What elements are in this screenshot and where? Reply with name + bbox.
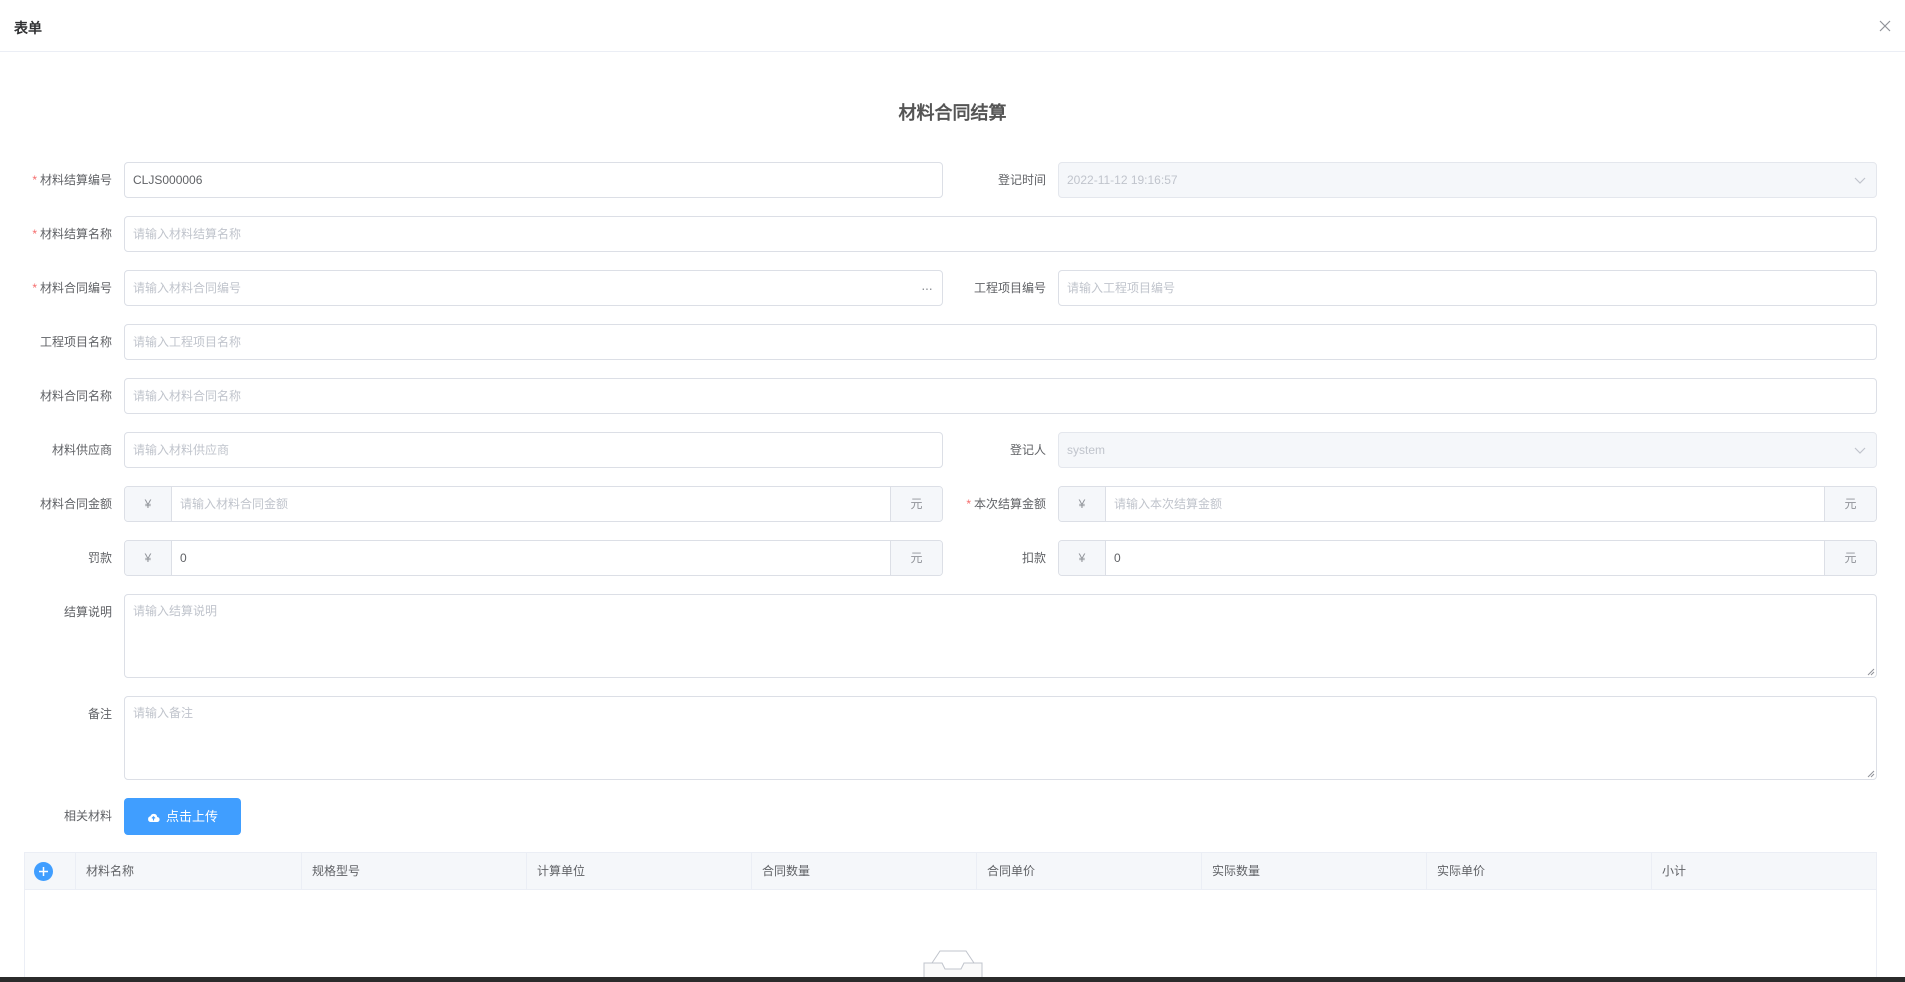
contract-name-input[interactable]: 请输入材料合同名称: [124, 378, 1877, 414]
table-header: 材料名称 规格型号 计算单位 合同数量 合同单价 实际数量 实际单价 小计: [25, 853, 1876, 890]
current-amount-label: * 本次结算金额: [966, 497, 1046, 511]
deduction-label: 扣款: [1021, 551, 1046, 565]
settlement-name-label: * 材料结算名称: [32, 227, 112, 241]
bottom-bar: [0, 977, 1905, 982]
column-header: 计算单位: [526, 853, 751, 890]
column-header: 实际数量: [1201, 853, 1426, 890]
registrar-label: 登记人: [1009, 443, 1046, 457]
add-row-icon[interactable]: [34, 862, 53, 881]
contract-name-label: 材料合同名称: [39, 389, 112, 403]
contract-amount-input[interactable]: ¥ 请输入材料合同金额 元: [124, 486, 943, 522]
chevron-down-icon: [1854, 447, 1866, 454]
register-time-label: 登记时间: [997, 173, 1046, 187]
column-header: 合同单价: [976, 853, 1201, 890]
upload-button[interactable]: 点击上传: [124, 798, 241, 835]
unit-suffix: 元: [1824, 541, 1876, 575]
supplier-input[interactable]: 请输入材料供应商: [124, 432, 943, 468]
currency-prefix: ¥: [125, 541, 172, 575]
supplier-label: 材料供应商: [51, 443, 112, 457]
settlement-name-input[interactable]: 请输入材料结算名称: [124, 216, 1877, 252]
project-name-label: 工程项目名称: [39, 335, 112, 349]
unit-suffix: 元: [890, 487, 942, 521]
currency-prefix: ¥: [1059, 487, 1106, 521]
settlement-no-label: * 材料结算编号: [32, 173, 112, 187]
form-title: 材料合同结算: [898, 103, 1007, 123]
penalty-input[interactable]: ¥ 0 元: [124, 540, 943, 576]
project-name-input[interactable]: 请输入工程项目名称: [124, 324, 1877, 360]
chevron-down-icon: [1854, 177, 1866, 184]
column-header: 规格型号: [301, 853, 526, 890]
currency-prefix: ¥: [125, 487, 172, 521]
project-no-label: 工程项目编号: [973, 281, 1046, 295]
dialog-title: 表单: [14, 20, 42, 36]
column-header: 材料名称: [75, 853, 301, 890]
column-header: 小计: [1651, 853, 1878, 890]
current-amount-input[interactable]: ¥ 请输入本次结算金额 元: [1058, 486, 1877, 522]
contract-no-label: * 材料合同编号: [32, 281, 112, 295]
project-no-input[interactable]: 请输入工程项目编号: [1058, 270, 1877, 306]
contract-amount-label: 材料合同金额: [39, 497, 112, 511]
materials-label: 相关材料: [63, 809, 112, 823]
settlement-no-input[interactable]: CLJS000006: [124, 162, 943, 198]
penalty-label: 罚款: [87, 551, 112, 565]
column-header: 合同数量: [751, 853, 976, 890]
dialog-header: 表单: [0, 0, 1905, 52]
description-label: 结算说明: [63, 605, 112, 619]
remark-label: 备注: [87, 707, 112, 721]
registrar-select[interactable]: system: [1058, 432, 1877, 468]
deduction-input[interactable]: ¥ 0 元: [1058, 540, 1877, 576]
register-time-picker[interactable]: 2022-11-12 19:16:57: [1058, 162, 1877, 198]
resize-handle-icon[interactable]: [1867, 668, 1875, 676]
unit-suffix: 元: [1824, 487, 1876, 521]
currency-prefix: ¥: [1059, 541, 1106, 575]
resize-handle-icon[interactable]: [1867, 770, 1875, 778]
contract-no-input[interactable]: 请输入材料合同编号 ···: [124, 270, 943, 306]
more-icon[interactable]: ···: [921, 271, 933, 305]
cloud-upload-icon: [148, 813, 160, 823]
description-textarea[interactable]: 请输入结算说明: [124, 594, 1877, 678]
unit-suffix: 元: [890, 541, 942, 575]
column-header: 实际单价: [1426, 853, 1651, 890]
remark-textarea[interactable]: 请输入备注: [124, 696, 1877, 780]
materials-table: 材料名称 规格型号 计算单位 合同数量 合同单价 实际数量 实际单价 小计: [24, 852, 1877, 982]
close-icon[interactable]: [1877, 18, 1893, 34]
